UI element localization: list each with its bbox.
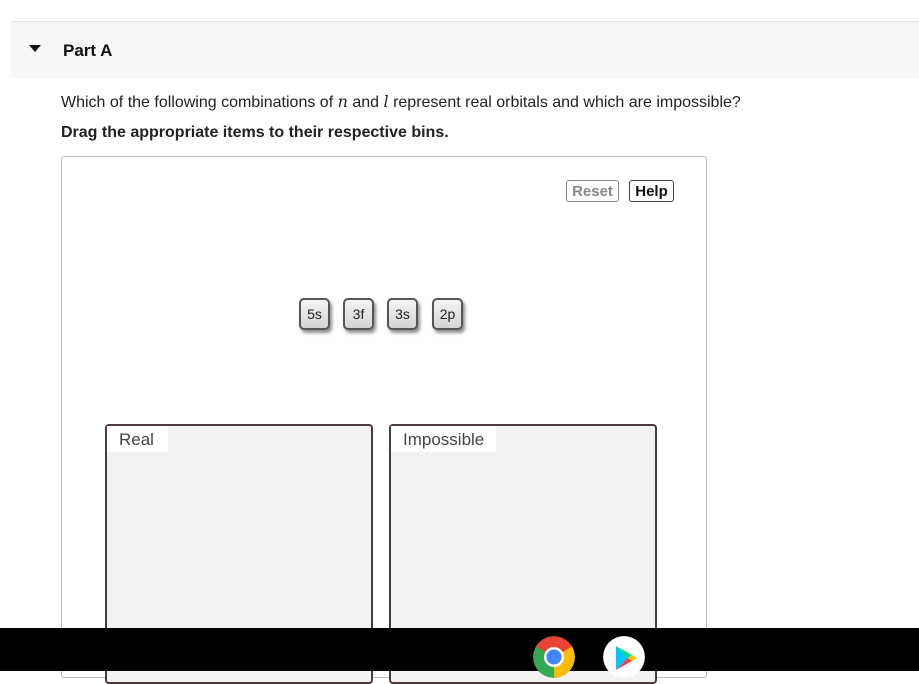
bin-label-impossible: Impossible bbox=[391, 426, 497, 452]
part-a-header[interactable]: Part A bbox=[11, 22, 919, 78]
question-prefix: Which of the following combinations of bbox=[61, 94, 338, 111]
drag-drop-workspace: Reset Help 5s 3f 3s 2p Real Impossible bbox=[61, 156, 707, 684]
drag-item-2p[interactable]: 2p bbox=[432, 298, 463, 330]
taskbar bbox=[0, 628, 919, 678]
drag-item-3s[interactable]: 3s bbox=[387, 298, 418, 330]
drag-item-5s[interactable]: 5s bbox=[299, 298, 330, 330]
drag-item-3f[interactable]: 3f bbox=[343, 298, 374, 330]
variable-n: n bbox=[337, 92, 348, 111]
bin-label-real: Real bbox=[107, 426, 168, 452]
question-middle: and bbox=[347, 94, 384, 111]
collapse-caret-icon[interactable] bbox=[29, 45, 41, 52]
question-text: Which of the following combinations of n… bbox=[61, 92, 741, 112]
help-button[interactable]: Help bbox=[629, 180, 674, 202]
part-title: Part A bbox=[63, 41, 113, 60]
play-store-icon[interactable] bbox=[603, 636, 645, 678]
chrome-icon[interactable] bbox=[533, 636, 575, 678]
question-suffix: represent real orbitals and which are im… bbox=[388, 94, 741, 111]
reset-button[interactable]: Reset bbox=[566, 180, 619, 202]
instruction-text: Drag the appropriate items to their resp… bbox=[61, 124, 449, 141]
